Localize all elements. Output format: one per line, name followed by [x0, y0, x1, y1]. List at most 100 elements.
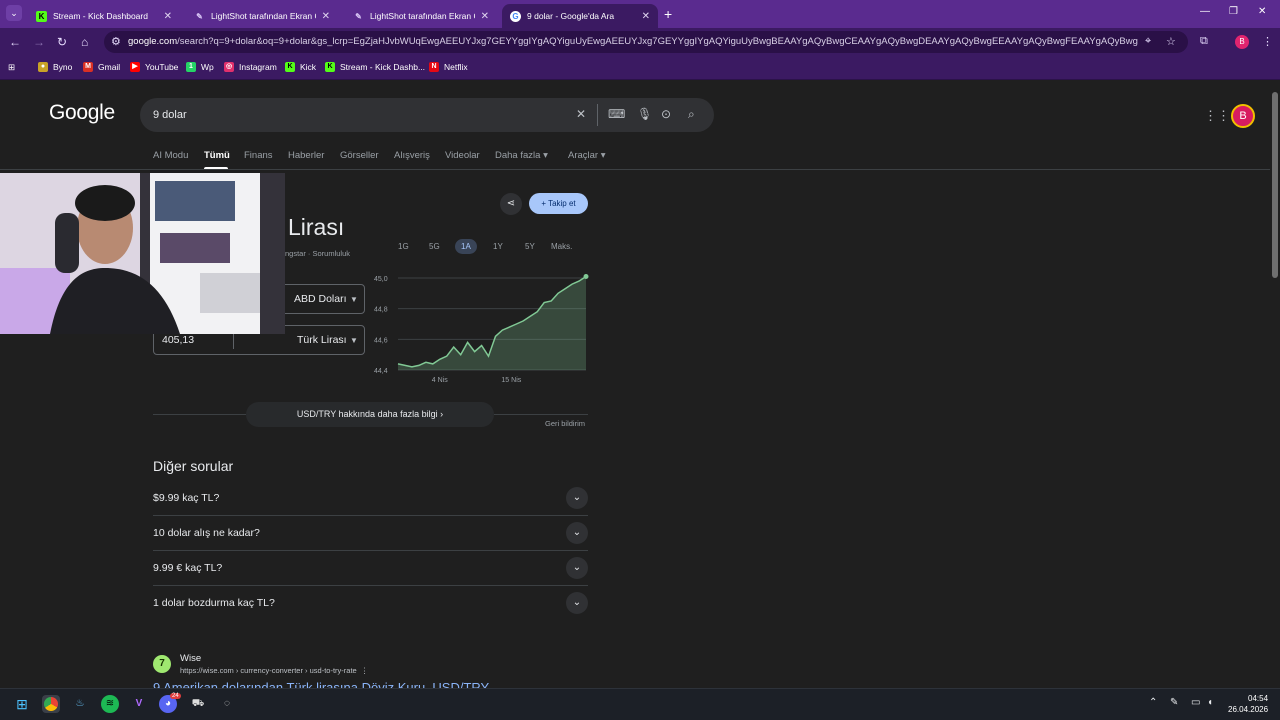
tab-videos[interactable]: Videolar — [445, 150, 480, 161]
result-url[interactable]: https://wise.com › currency-converter › … — [180, 666, 368, 675]
bookmark-gmail[interactable]: M Gmail — [83, 62, 120, 72]
tab-search-button[interactable]: ⌄ — [6, 5, 22, 21]
range-5y[interactable]: 5Y — [525, 242, 535, 251]
display-icon[interactable]: ▭ — [1191, 697, 1200, 708]
tab-lightshot-1[interactable]: ✎ LightShot tarafından Ekran Gör ✕ — [186, 4, 338, 28]
extensions-icon[interactable]: ⧉ — [1200, 35, 1208, 48]
volume-icon[interactable]: ◖ — [1207, 697, 1213, 708]
bookmark-byno[interactable]: ● Byno — [38, 62, 72, 72]
google-icon: G — [510, 10, 521, 22]
apps-grid-icon[interactable]: ⊞ — [8, 62, 15, 73]
back-icon[interactable]: ← — [9, 35, 21, 49]
minimize-icon[interactable]: — — [1200, 6, 1210, 17]
feedback-link[interactable]: Geri bildirim — [545, 419, 585, 428]
microphone-icon[interactable]: 🎙 — [637, 107, 652, 121]
to-currency-select[interactable]: Türk Lirası — [297, 334, 347, 346]
whatsapp-icon: 1 — [186, 62, 196, 72]
chevron-down-icon[interactable]: ⌄ — [566, 487, 588, 509]
tab-google-search[interactable]: G 9 dolar - Google'da Ara ✕ — [502, 4, 658, 28]
language-icon[interactable]: ✎ — [1170, 697, 1178, 708]
location-icon[interactable]: ⌖ — [1145, 35, 1151, 48]
search-input[interactable]: 9 dolar — [153, 109, 187, 121]
result-site-name[interactable]: Wise — [180, 653, 201, 664]
from-currency-select[interactable]: ABD Doları — [294, 293, 347, 305]
bookmark-kick[interactable]: K Kick — [285, 62, 316, 72]
new-tab-button[interactable]: + — [664, 6, 672, 22]
share-icon[interactable]: ⋖ — [500, 193, 522, 215]
tab-kick-dashboard[interactable]: K Stream - Kick Dashboard ✕ — [28, 4, 180, 28]
home-icon[interactable]: ⌂ — [81, 35, 88, 49]
chrome-icon[interactable] — [42, 695, 60, 713]
menu-icon[interactable]: ⋮ — [1262, 35, 1273, 48]
reload-icon[interactable]: ↻ — [57, 35, 67, 49]
google-apps-icon[interactable]: ⋮⋮ — [1204, 108, 1230, 124]
card-divider — [153, 414, 246, 415]
chevron-down-icon[interactable]: ⌄ — [566, 557, 588, 579]
forward-icon[interactable]: → — [33, 35, 45, 49]
question-item[interactable]: 10 dolar alış ne kadar? ⌄ — [153, 516, 588, 551]
tab-news[interactable]: Haberler — [288, 150, 324, 161]
tab-all[interactable]: Tümü — [204, 150, 230, 161]
close-icon[interactable]: ✕ — [481, 11, 489, 22]
close-icon[interactable]: ✕ — [164, 11, 172, 22]
app-icon-2[interactable]: ◌ — [218, 695, 236, 713]
converter-meta[interactable]: ngstar · Sorumluluk — [285, 249, 350, 258]
range-1d[interactable]: 1G — [398, 242, 409, 251]
result-title-link[interactable]: 9 Amerikan dolarından Türk lirasına Dövi… — [153, 680, 489, 688]
bookmark-wp[interactable]: 1 Wp — [186, 62, 214, 72]
close-window-icon[interactable]: ✕ — [1258, 6, 1266, 17]
search-icon[interactable]: ⌕ — [688, 107, 695, 122]
chevron-up-icon[interactable]: ⌃ — [1149, 697, 1157, 708]
range-1y[interactable]: 1Y — [493, 242, 503, 251]
to-value-input[interactable]: 405,13 — [162, 334, 194, 346]
question-item[interactable]: 9.99 € kaç TL? ⌄ — [153, 551, 588, 586]
range-5d[interactable]: 5G — [429, 242, 440, 251]
bookmark-youtube[interactable]: ▶ YouTube — [130, 62, 178, 72]
chevron-down-icon[interactable]: ⌄ — [566, 522, 588, 544]
caret-down-icon: ▾ — [600, 150, 606, 161]
gmail-icon: M — [83, 62, 93, 72]
search-box[interactable] — [140, 98, 714, 132]
bookmark-kick-dashboard[interactable]: K Stream - Kick Dashb... — [325, 62, 425, 72]
tab-tools[interactable]: Araçlar ▾ — [568, 150, 606, 161]
tab-finance[interactable]: Finans — [244, 150, 273, 161]
question-item[interactable]: 1 dolar bozdurma kaç TL? ⌄ — [153, 586, 588, 621]
exchange-rate-chart[interactable]: 45,0 44,8 44,6 44,4 4 Nis 15 Nis — [370, 268, 590, 388]
address-url[interactable]: google.com/search?q=9+dolar&oq=9+dolar&g… — [128, 36, 1138, 47]
more-info-button[interactable]: USD/TRY hakkında daha fazla bilgi › — [246, 402, 494, 427]
close-icon[interactable]: ✕ — [322, 11, 330, 22]
avatar[interactable]: B — [1231, 104, 1255, 128]
spotify-icon[interactable]: ≋ — [101, 695, 119, 713]
range-1m[interactable]: 1A — [455, 239, 477, 254]
app-icon[interactable]: ⛟ — [189, 695, 207, 713]
more-vert-icon[interactable]: ⋮ — [359, 666, 369, 675]
scrollbar-thumb[interactable] — [1272, 92, 1278, 278]
tab-more[interactable]: Daha fazla ▾ — [495, 150, 548, 161]
clock[interactable]: 04:54 26.04.2026 — [1228, 693, 1268, 715]
lens-icon[interactable]: ⊙ — [661, 107, 671, 121]
restore-icon[interactable]: ❐ — [1229, 6, 1238, 17]
tab-lightshot-2[interactable]: ✎ LightShot tarafından Ekran Gör ✕ — [345, 4, 497, 28]
instagram-icon: ◎ — [224, 62, 234, 72]
clear-icon[interactable]: ✕ — [576, 107, 586, 121]
google-logo[interactable]: Google — [49, 101, 115, 125]
keyboard-icon[interactable]: ⌨ — [608, 107, 625, 121]
range-max[interactable]: Maks. — [551, 242, 572, 251]
steam-icon[interactable]: ♨ — [71, 695, 89, 713]
chevron-down-icon[interactable]: ⌄ — [566, 592, 588, 614]
question-item[interactable]: $9.99 kaç TL? ⌄ — [153, 481, 588, 516]
bookmark-netflix[interactable]: N Netflix — [429, 62, 468, 72]
chart-area — [398, 276, 586, 370]
site-info-icon[interactable]: ⚙ — [111, 35, 121, 48]
close-icon[interactable]: ✕ — [642, 11, 650, 22]
windows-start-icon[interactable]: ⊞ — [13, 695, 31, 713]
bookmark-star-icon[interactable]: ☆ — [1166, 35, 1176, 48]
header-divider — [0, 169, 1270, 170]
tab-shopping[interactable]: Alışveriş — [394, 150, 430, 161]
tab-ai-mode[interactable]: AI Modu — [153, 150, 188, 161]
follow-button[interactable]: + Takip et — [529, 193, 588, 214]
vortex-icon[interactable]: V — [130, 695, 148, 713]
bookmark-instagram[interactable]: ◎ Instagram — [224, 62, 277, 72]
profile-avatar[interactable]: B — [1235, 35, 1249, 49]
tab-images[interactable]: Görseller — [340, 150, 379, 161]
